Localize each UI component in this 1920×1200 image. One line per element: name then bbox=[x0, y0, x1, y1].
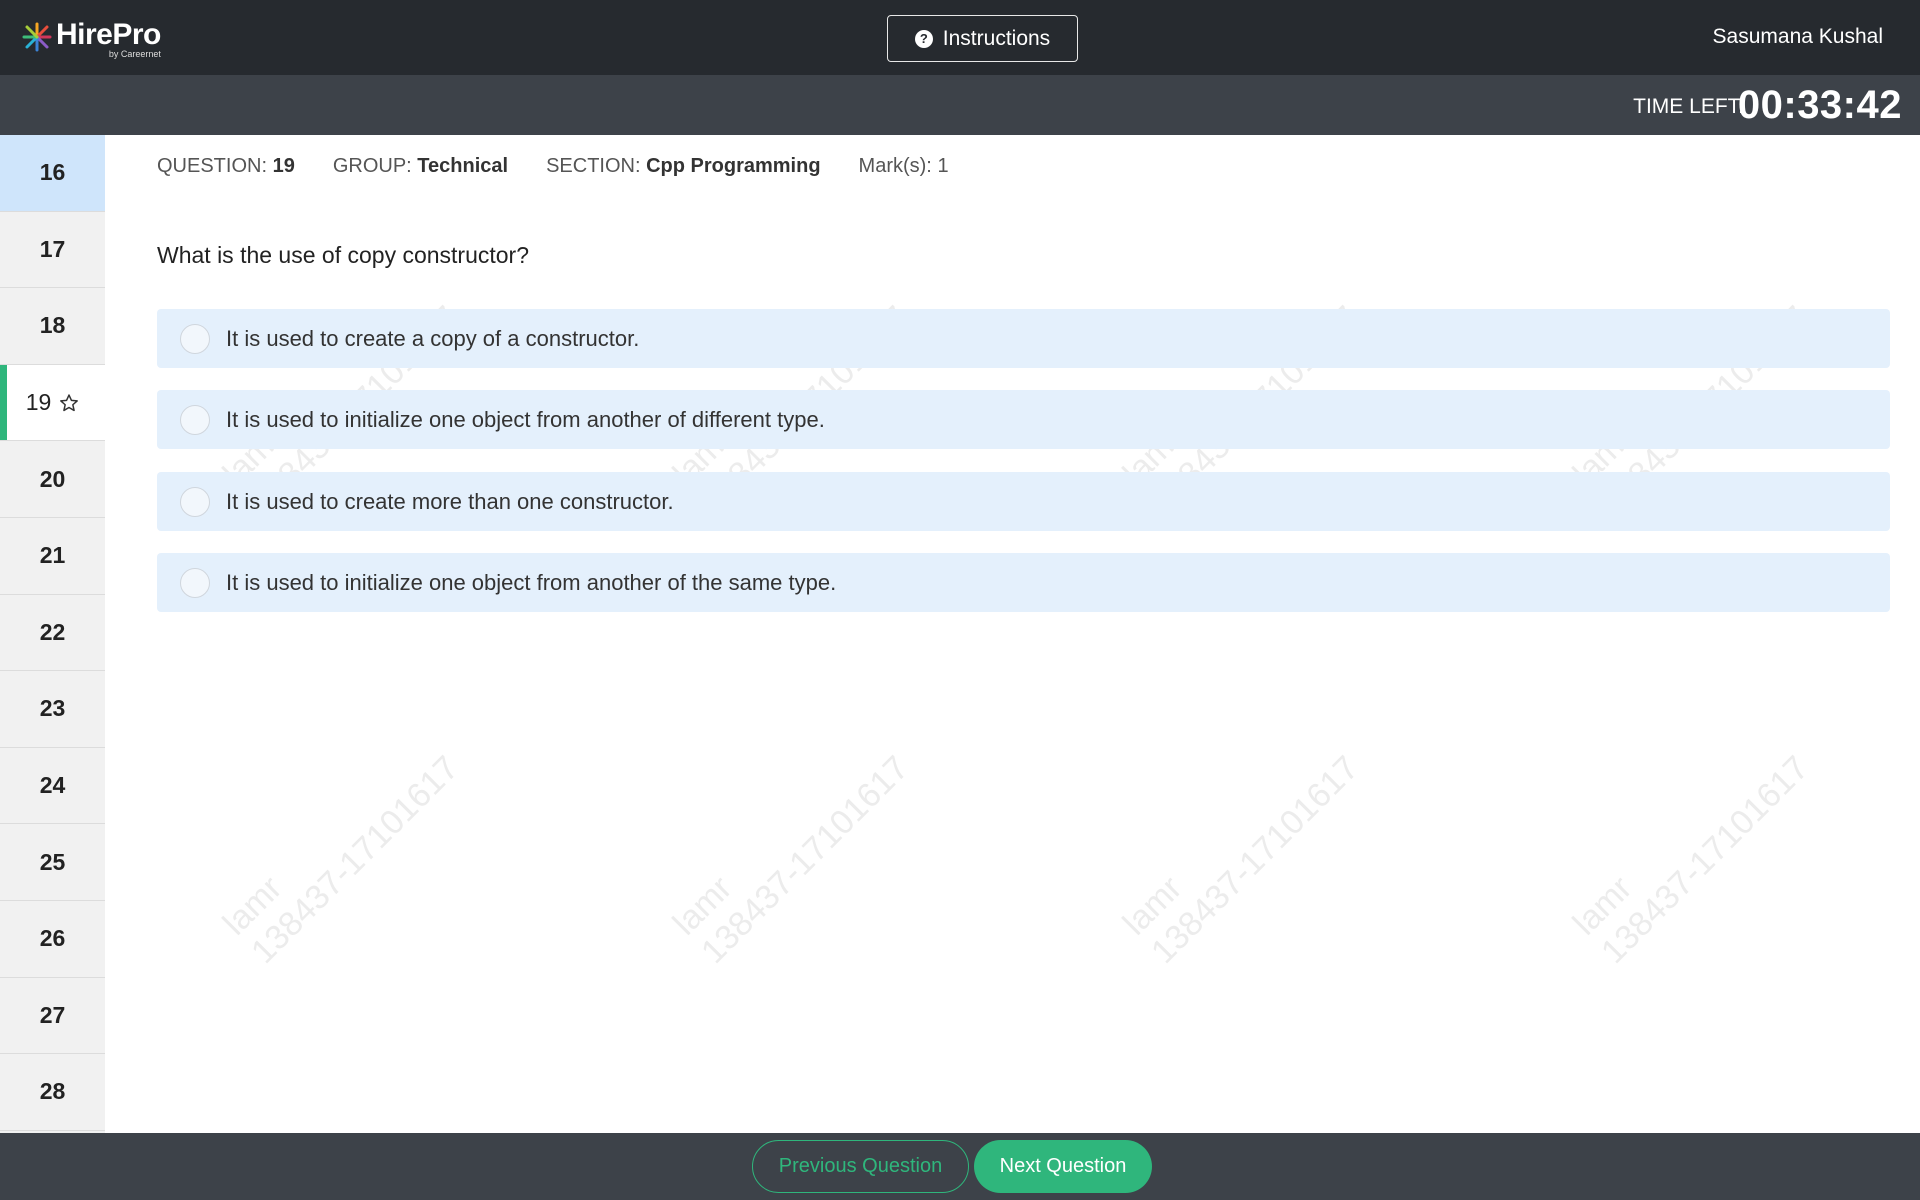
answer-option-1[interactable]: It is used to create a copy of a constru… bbox=[157, 309, 1890, 368]
next-question-button[interactable]: Next Question bbox=[974, 1140, 1152, 1193]
question-number: 25 bbox=[39, 848, 66, 875]
watermark-line: 138437-17101617 bbox=[1593, 748, 1817, 971]
question-number: 28 bbox=[39, 1078, 66, 1105]
question-nav-item-21[interactable]: 21 bbox=[0, 518, 105, 595]
group-label: GROUP: bbox=[332, 155, 412, 177]
question-nav-item-27[interactable]: 27 bbox=[0, 978, 105, 1055]
watermark-line: 138437-17101617 bbox=[243, 748, 467, 971]
watermark-line: lamr bbox=[215, 868, 290, 943]
instructions-label: Instructions bbox=[942, 26, 1051, 50]
answer-option-3[interactable]: It is used to create more than one const… bbox=[157, 472, 1890, 531]
watermark: lamr138437-17101617 bbox=[215, 720, 467, 972]
question-navigator: 16 17 18 19 20 21 22 23 24 25 26 27 28 bbox=[0, 135, 105, 1133]
question-nav-item-19[interactable]: 19 bbox=[0, 364, 105, 442]
radio-button[interactable] bbox=[180, 404, 210, 435]
question-nav-item-26[interactable]: 26 bbox=[0, 901, 105, 978]
question-nav-item-28[interactable]: 28 bbox=[0, 1054, 105, 1131]
question-nav-item-25[interactable]: 25 bbox=[0, 824, 105, 901]
question-nav-item-17[interactable]: 17 bbox=[0, 212, 105, 289]
question-number: 18 bbox=[39, 312, 66, 339]
group-value: Technical bbox=[417, 155, 509, 177]
watermark-line: lamr bbox=[1115, 868, 1190, 943]
group-meta-item: GROUP: Technical bbox=[333, 155, 508, 178]
question-number: 16 bbox=[39, 159, 66, 186]
watermark-line: lamr bbox=[665, 868, 740, 943]
question-number: 17 bbox=[39, 235, 66, 262]
section-label: SECTION: bbox=[546, 155, 641, 177]
question-nav-item-22[interactable]: 22 bbox=[0, 595, 105, 672]
watermark: lamr138437-17101617 bbox=[1565, 720, 1817, 972]
time-left-label: TIME LEFT: bbox=[1633, 95, 1744, 118]
hirepro-logo: HirePro by Careernet bbox=[22, 20, 161, 59]
section-meta-item: SECTION: Cpp Programming bbox=[546, 155, 820, 178]
watermark-line: lamr bbox=[1565, 868, 1640, 943]
answer-option-4[interactable]: It is used to initialize one object from… bbox=[157, 553, 1890, 612]
time-left-value: 00:33:42 bbox=[1737, 83, 1902, 127]
marks-meta-item: Mark(s): 1 bbox=[859, 155, 949, 178]
radio-button[interactable] bbox=[180, 486, 210, 517]
radio-button[interactable] bbox=[180, 567, 210, 598]
question-nav-item-20[interactable]: 20 bbox=[0, 441, 105, 518]
logo-name: HirePro bbox=[56, 18, 161, 51]
watermark: lamr138437-17101617 bbox=[1115, 720, 1367, 972]
question-value: 19 bbox=[272, 155, 295, 177]
question-nav-item-16[interactable]: 16 bbox=[0, 135, 105, 212]
watermark: lamr138437-17101617 bbox=[665, 720, 917, 972]
answer-option-2[interactable]: It is used to initialize one object from… bbox=[157, 390, 1890, 449]
help-icon: ? bbox=[914, 29, 933, 48]
marks-value: 1 bbox=[937, 155, 949, 177]
marks-label: Mark(s): bbox=[858, 155, 932, 177]
star-icon[interactable] bbox=[59, 393, 79, 413]
question-number: 26 bbox=[39, 925, 66, 952]
question-number: 27 bbox=[39, 1001, 66, 1028]
watermark-line: 138437-17101617 bbox=[693, 748, 917, 971]
question-nav-item-23[interactable]: 23 bbox=[0, 671, 105, 748]
question-number: 24 bbox=[39, 772, 66, 799]
question-meta-item: QUESTION: 19 bbox=[157, 155, 295, 178]
watermark-line: 138437-17101617 bbox=[1143, 748, 1367, 971]
radio-button[interactable] bbox=[180, 323, 210, 354]
question-nav-item-24[interactable]: 24 bbox=[0, 748, 105, 825]
question-number: 19 bbox=[25, 389, 52, 416]
previous-question-button[interactable]: Previous Question bbox=[752, 1140, 969, 1193]
section-value: Cpp Programming bbox=[646, 155, 821, 177]
question-number: 21 bbox=[39, 542, 66, 569]
option-label: It is used to initialize one object from… bbox=[226, 406, 825, 432]
footer-bar: Previous Question Next Question bbox=[0, 1133, 1920, 1200]
option-label: It is used to initialize one object from… bbox=[226, 569, 837, 595]
question-panel: lamr 138437-17101617 lamr 138437-17101617 … bbox=[105, 135, 1920, 1133]
question-label: QUESTION: bbox=[157, 155, 268, 177]
question-number: 22 bbox=[39, 618, 66, 645]
instructions-button[interactable]: ? Instructions bbox=[887, 15, 1078, 62]
question-text: What is the use of copy constructor? bbox=[157, 242, 530, 268]
question-meta: QUESTION: 19 GROUP: Technical SECTION: C… bbox=[157, 155, 949, 178]
logo-star-icon bbox=[22, 22, 52, 52]
question-number: 20 bbox=[39, 465, 66, 492]
question-number: 23 bbox=[39, 695, 66, 722]
option-label: It is used to create more than one const… bbox=[226, 488, 674, 514]
question-nav-item-18[interactable]: 18 bbox=[0, 288, 105, 365]
timer-bar: TIME LEFT: 00:33:42 bbox=[0, 75, 1920, 135]
top-header: HirePro by Careernet ? Instructions Sasu… bbox=[0, 0, 1920, 75]
user-name: Sasumana Kushal bbox=[1712, 25, 1883, 48]
option-label: It is used to create a copy of a constru… bbox=[226, 325, 640, 351]
